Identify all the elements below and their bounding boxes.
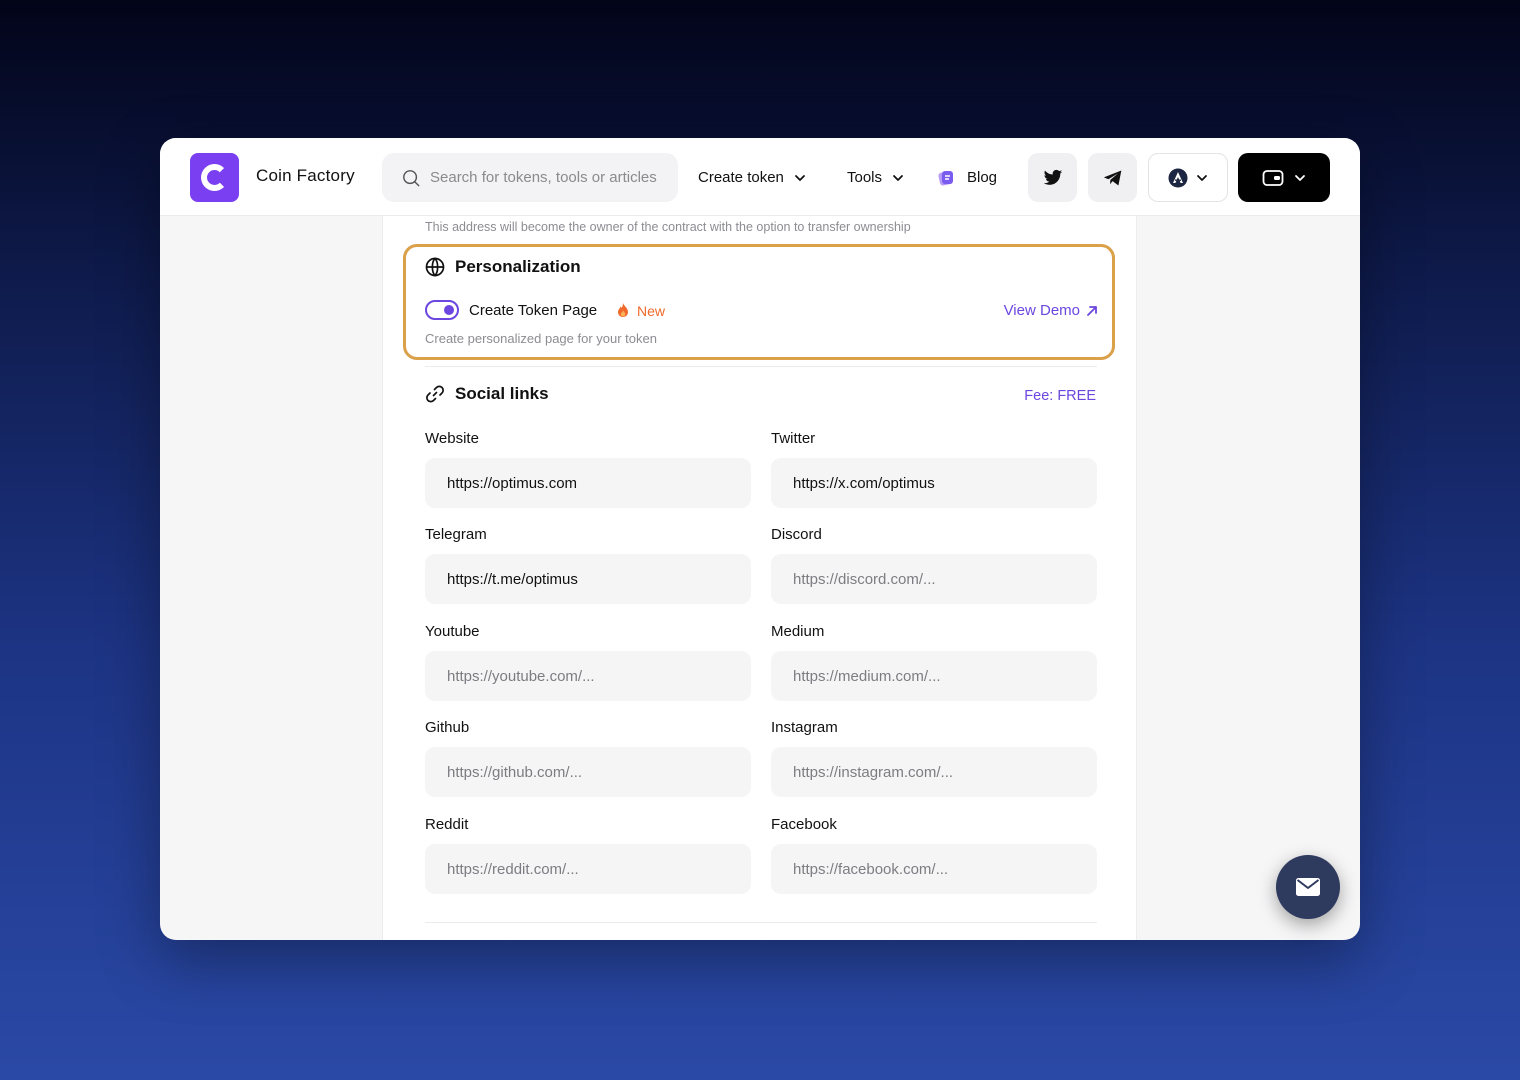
discord-input[interactable] — [771, 554, 1097, 604]
github-label: Github — [425, 719, 470, 736]
chevron-down-icon — [1197, 174, 1207, 181]
mail-icon — [1296, 878, 1320, 896]
personalization-title: Personalization — [425, 257, 581, 277]
section-divider — [425, 366, 1097, 367]
view-demo-link[interactable]: View Demo — [1004, 302, 1098, 319]
github-input[interactable] — [425, 747, 751, 797]
discord-label: Discord — [771, 526, 822, 543]
globe-icon — [425, 257, 445, 277]
blog-icon — [938, 170, 953, 186]
wallet-icon — [1262, 169, 1284, 186]
contact-mail-button[interactable] — [1276, 855, 1340, 919]
new-badge: New — [637, 303, 666, 319]
nav-blog[interactable]: Blog — [936, 153, 997, 202]
telegram-button[interactable] — [1088, 153, 1137, 202]
social-links-title-text: Social links — [455, 384, 549, 403]
nav-create-token[interactable]: Create token — [698, 153, 806, 202]
youtube-input[interactable] — [425, 651, 751, 701]
search-icon — [403, 169, 420, 186]
view-demo-label: View Demo — [1003, 302, 1080, 319]
twitter-button[interactable] — [1028, 153, 1077, 202]
nav-create-token-label: Create token — [698, 169, 784, 186]
app-window: Coin Factory Create token Tools Blog — [160, 138, 1360, 940]
brand-name[interactable]: Coin Factory — [256, 166, 355, 186]
owner-note: This address will become the owner of th… — [425, 220, 911, 234]
twitter-icon — [1043, 169, 1062, 185]
nav-tools-label: Tools — [847, 169, 883, 186]
twitter-input[interactable] — [771, 458, 1097, 508]
telegram-input[interactable] — [425, 554, 751, 604]
network-selector[interactable] — [1148, 153, 1228, 202]
reddit-input[interactable] — [425, 844, 751, 894]
link-icon — [426, 385, 444, 403]
search-input[interactable] — [430, 169, 670, 186]
arrow-up-right-icon — [1087, 305, 1097, 316]
nav-blog-label: Blog — [967, 169, 998, 186]
create-token-page-label: Create Token Page — [469, 302, 598, 319]
chevron-down-icon — [794, 174, 805, 181]
twitter-label: Twitter — [771, 430, 816, 447]
youtube-label: Youtube — [425, 623, 480, 640]
social-links-fee: Fee: FREE — [1024, 388, 1096, 404]
search-box[interactable] — [382, 153, 678, 202]
nav-tools[interactable]: Tools — [847, 153, 904, 202]
facebook-input[interactable] — [771, 844, 1097, 894]
coin-factory-logo[interactable] — [190, 153, 239, 202]
create-token-page-toggle[interactable] — [425, 300, 459, 320]
facebook-label: Facebook — [771, 816, 837, 833]
social-links-title: Social links — [425, 384, 549, 404]
instagram-label: Instagram — [771, 719, 838, 736]
network-icon — [1168, 168, 1188, 187]
section-divider — [425, 922, 1097, 923]
personalization-title-text: Personalization — [455, 257, 581, 276]
chevron-down-icon — [1295, 174, 1305, 181]
website-input[interactable] — [425, 458, 751, 508]
form-panel: This address will become the owner of th… — [382, 216, 1137, 940]
reddit-label: Reddit — [425, 816, 469, 833]
telegram-label: Telegram — [425, 526, 487, 543]
medium-input[interactable] — [771, 651, 1097, 701]
personalization-description: Create personalized page for your token — [425, 331, 657, 346]
personalization-section: Personalization Create Token Page New Vi… — [403, 244, 1115, 360]
wallet-button[interactable] — [1238, 153, 1330, 202]
chevron-down-icon — [893, 174, 903, 181]
fire-icon — [618, 303, 628, 317]
website-label: Website — [425, 430, 479, 447]
instagram-input[interactable] — [771, 747, 1097, 797]
telegram-icon — [1103, 170, 1121, 185]
top-nav: Coin Factory Create token Tools Blog — [160, 138, 1360, 216]
medium-label: Medium — [771, 623, 825, 640]
